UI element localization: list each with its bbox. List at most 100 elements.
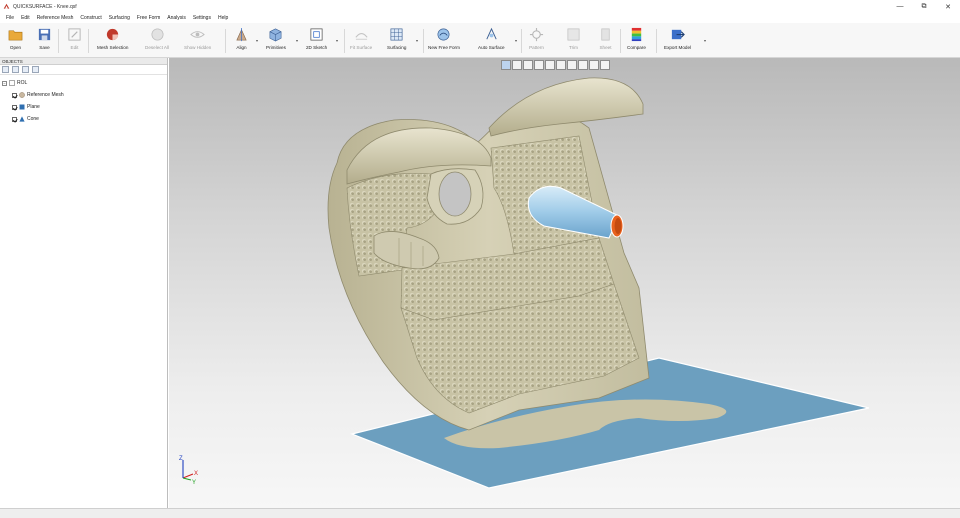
visibility-checkbox[interactable]	[12, 104, 17, 110]
cone-icon	[19, 116, 25, 122]
toolbar-separator	[58, 29, 59, 53]
compare-label: Compare	[627, 45, 646, 50]
3d-viewport[interactable]: Z X Y	[169, 58, 960, 508]
restore-button[interactable]: ⧉	[912, 0, 936, 13]
menu-free-form[interactable]: Free Form	[137, 15, 160, 21]
tree-item-label: Reference Mesh	[27, 92, 64, 98]
export-dropdown-icon[interactable]: ▾	[704, 38, 706, 43]
axis-z-label: Z	[179, 456, 183, 462]
open-label: Open	[9, 45, 22, 50]
mesh-selection-button[interactable]: Mesh Selection	[97, 25, 128, 50]
menu-help[interactable]: Help	[218, 15, 228, 21]
trim-label: Trim	[568, 45, 578, 50]
toolbar-separator	[521, 29, 522, 53]
axis-x-label: X	[194, 471, 198, 477]
mesh-selection-label: Mesh Selection	[97, 45, 129, 50]
tree-item-cone[interactable]: Cone	[0, 113, 167, 125]
save-label: Save	[39, 45, 50, 50]
menu-bar: File Edit Reference Mesh Construct Surfa…	[0, 13, 960, 23]
sketch-2d-label: 2D Sketch	[306, 45, 328, 50]
compare-button[interactable]: Compare	[627, 25, 646, 50]
compare-color-map-icon	[631, 27, 642, 42]
objects-panel: OBJECTS − ROL Reference Mesh Plane Cone	[0, 58, 168, 508]
status-bar	[0, 508, 960, 518]
surfacing-label: Surfacing	[387, 45, 407, 50]
collapse-toggle-icon[interactable]: −	[2, 80, 7, 86]
show-hidden-button[interactable]: Show Hidden	[184, 25, 211, 50]
deselect-all-button[interactable]: Deselect All	[145, 25, 169, 50]
auto-surface-label: Auto Surface	[478, 45, 505, 50]
sheet-button[interactable]: Sheet	[598, 25, 613, 50]
deselect-all-label: Deselect All	[145, 45, 170, 50]
collapse-icon[interactable]	[22, 66, 29, 73]
fit-surface-label: Fit Surface	[350, 45, 373, 50]
primitives-icon	[270, 28, 282, 42]
sketch-dropdown-icon[interactable]: ▾	[336, 38, 338, 43]
scene-canvas[interactable]: Z X Y	[169, 58, 960, 508]
surfacing-button[interactable]: Surfacing	[387, 25, 406, 50]
tree-root[interactable]: − ROL	[0, 77, 167, 89]
folder-icon	[8, 30, 23, 41]
toolbar-separator	[656, 29, 657, 53]
export-model-button[interactable]: Export Model	[664, 25, 691, 50]
visibility-checkbox[interactable]	[12, 116, 17, 122]
window-title: QUICKSURFACE - Knee.qsf	[13, 3, 77, 10]
visibility-checkbox[interactable]	[12, 92, 17, 98]
toolbar-separator	[620, 29, 621, 53]
toolbar-separator	[423, 29, 424, 53]
main-toolbar: Open Save Edit Mesh Selection Deselect A…	[0, 23, 960, 58]
save-button[interactable]: Save	[37, 25, 52, 50]
deselect-all-icon	[151, 28, 163, 41]
auto-surface-dropdown-icon[interactable]: ▾	[515, 38, 517, 43]
align-icon	[236, 27, 247, 42]
export-model-label: Export Model	[664, 45, 692, 50]
free-form-icon	[438, 28, 450, 41]
show-hidden-label: Show Hidden	[184, 45, 212, 50]
mesh-hole	[438, 171, 472, 217]
trim-button[interactable]: Trim	[566, 25, 581, 50]
axis-triad: Z X Y	[179, 456, 198, 486]
filter-icon[interactable]	[32, 66, 39, 73]
open-button[interactable]: Open	[8, 25, 23, 50]
primitives-label: Primitives	[266, 45, 286, 50]
app-logo-icon	[3, 3, 10, 9]
auto-surface-button[interactable]: Auto Surface	[478, 25, 505, 50]
primitives-button[interactable]: Primitives	[266, 25, 286, 50]
fit-surface-icon	[355, 33, 368, 40]
sheet-icon	[601, 28, 610, 41]
objects-panel-header: OBJECTS	[0, 58, 167, 65]
close-button[interactable]: ✕	[936, 0, 960, 13]
menu-edit[interactable]: Edit	[21, 15, 30, 21]
menu-construct[interactable]: Construct	[80, 15, 101, 21]
pattern-button[interactable]: Pattern	[529, 25, 544, 50]
pattern-label: Pattern	[529, 45, 544, 50]
menu-reference-mesh[interactable]: Reference Mesh	[37, 15, 74, 21]
new-free-form-button[interactable]: New Free Form	[428, 25, 460, 50]
surfacing-dropdown-icon[interactable]: ▾	[416, 38, 418, 43]
primitives-dropdown-icon[interactable]: ▾	[296, 38, 298, 43]
axis-y-label: Y	[192, 480, 196, 486]
align-label: Align	[236, 45, 247, 50]
edit-button[interactable]: Edit	[67, 25, 82, 50]
axis-x-line	[182, 473, 194, 479]
menu-analysis[interactable]: Analysis	[167, 15, 186, 21]
align-dropdown-icon[interactable]: ▾	[256, 38, 258, 43]
tree-item-plane[interactable]: Plane	[0, 101, 167, 113]
menu-settings[interactable]: Settings	[193, 15, 211, 21]
menu-surfacing[interactable]: Surfacing	[109, 15, 130, 21]
trim-icon	[567, 28, 580, 41]
title-bar: QUICKSURFACE - Knee.qsf	[0, 0, 960, 13]
menu-file[interactable]: File	[6, 15, 14, 21]
minimize-button[interactable]: —	[888, 0, 912, 13]
auto-surface-icon	[486, 27, 497, 40]
align-button[interactable]: Align	[234, 25, 249, 50]
tree-root-label: ROL	[17, 80, 28, 86]
list-view-icon[interactable]	[12, 66, 19, 73]
new-free-form-label: New Free Form	[428, 45, 460, 50]
export-icon	[671, 29, 685, 40]
tree-item-reference-mesh[interactable]: Reference Mesh	[0, 89, 167, 101]
fit-surface-button[interactable]: Fit Surface	[350, 25, 372, 50]
sketch-2d-button[interactable]: 2D Sketch	[306, 25, 327, 50]
axis-y-line	[182, 477, 192, 481]
tree-view-icon[interactable]	[2, 66, 9, 73]
